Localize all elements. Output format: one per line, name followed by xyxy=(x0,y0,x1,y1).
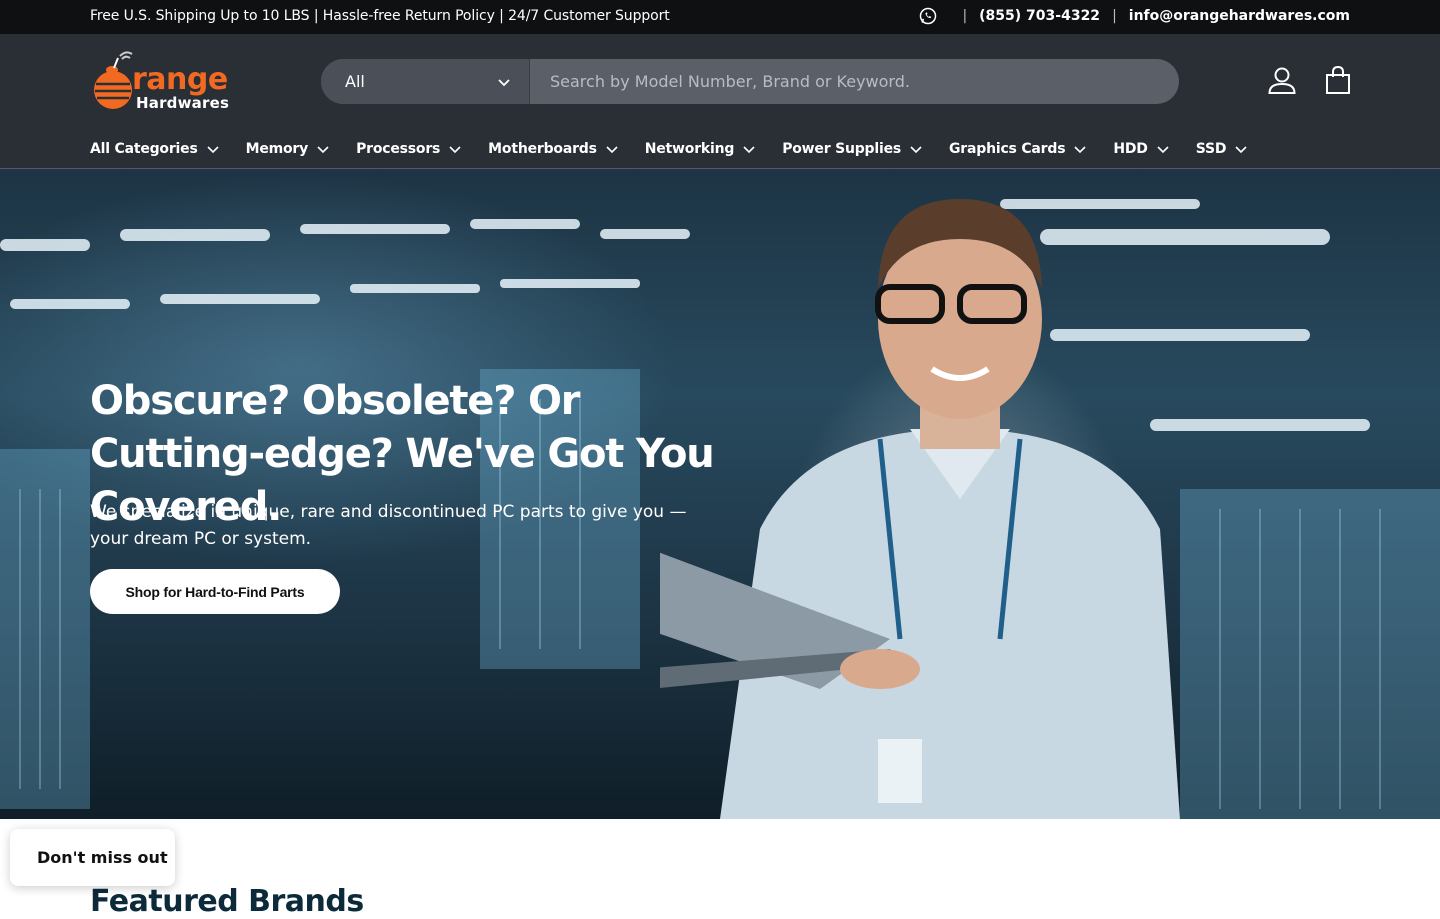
separator: | xyxy=(1112,8,1117,24)
nav-item-label: Networking xyxy=(644,141,735,157)
newsletter-popup-tab[interactable]: Don't miss out xyxy=(10,829,175,886)
search-category-select[interactable]: All xyxy=(321,59,530,104)
chevron-down-icon xyxy=(498,78,510,86)
chevron-down-icon xyxy=(317,146,329,154)
email-link[interactable]: info@orangehardwares.com xyxy=(1129,8,1350,24)
nav-item-ssd[interactable]: SSD xyxy=(1196,138,1249,160)
nav-item-all-categories[interactable]: All Categories xyxy=(90,138,220,160)
section-title: Featured Brands xyxy=(90,884,364,919)
chevron-down-icon xyxy=(1235,146,1247,154)
contact-info: | (855) 703-4322 | info@orangehardwares.… xyxy=(918,6,1350,26)
nav-item-networking[interactable]: Networking xyxy=(645,138,756,160)
nav-item-label: Processors xyxy=(356,141,441,157)
whatsapp-icon[interactable] xyxy=(918,6,938,26)
nav-item-label: Motherboards xyxy=(488,141,597,157)
cart-button[interactable] xyxy=(1322,64,1354,96)
chevron-down-icon xyxy=(1074,146,1086,154)
hero-subtitle: We specialize in unique, rare and discon… xyxy=(90,502,687,549)
nav-item-processors[interactable]: Processors xyxy=(356,138,462,160)
separator: | xyxy=(962,8,968,24)
search-bar: All xyxy=(321,59,1179,104)
shop-parts-button[interactable]: Shop for Hard-to-Find Parts xyxy=(90,569,340,614)
chevron-down-icon xyxy=(449,146,461,154)
chevron-down-icon xyxy=(910,146,922,154)
nav-item-motherboards[interactable]: Motherboards xyxy=(488,138,619,160)
nav-item-memory[interactable]: Memory xyxy=(246,138,330,160)
logo-word-orange: range xyxy=(132,62,228,97)
nav-item-label: All Categories xyxy=(90,141,198,157)
popup-label: Don't miss out xyxy=(37,848,168,867)
site-header: range Hardwares All All Categories Memor… xyxy=(0,34,1440,169)
nav-item-label: Graphics Cards xyxy=(949,141,1066,157)
chevron-down-icon xyxy=(743,146,755,154)
chevron-down-icon xyxy=(207,146,219,154)
shopping-bag-icon xyxy=(1326,65,1350,94)
nav-item-label: Memory xyxy=(245,141,309,157)
hero-banner: Obscure? Obsolete? Or Cutting-edge? We'v… xyxy=(0,169,1440,819)
announcement-bar: Free U.S. Shipping Up to 10 LBS | Hassle… xyxy=(0,0,1440,34)
nav-item-label: SSD xyxy=(1195,141,1227,157)
phone-link[interactable]: (855) 703-4322 xyxy=(979,8,1100,24)
nav-item-label: HDD xyxy=(1113,141,1148,157)
search-category-label: All xyxy=(345,72,365,91)
nav-item-label: Power Supplies xyxy=(782,141,902,157)
site-logo[interactable]: range Hardwares xyxy=(90,50,242,114)
user-icon xyxy=(1268,67,1296,94)
chevron-down-icon xyxy=(606,146,618,154)
nav-item-power-supplies[interactable]: Power Supplies xyxy=(782,138,923,160)
nav-item-graphics-cards[interactable]: Graphics Cards xyxy=(949,138,1087,160)
chevron-down-icon xyxy=(1157,146,1169,154)
search-input[interactable] xyxy=(530,59,1179,104)
promo-text: Free U.S. Shipping Up to 10 LBS | Hassle… xyxy=(90,8,670,24)
nav-item-hdd[interactable]: HDD xyxy=(1113,138,1169,160)
main-navigation: All Categories Memory Processors Motherb… xyxy=(90,138,1274,160)
logo-word-hardwares: Hardwares xyxy=(136,94,230,112)
account-button[interactable] xyxy=(1266,64,1298,96)
